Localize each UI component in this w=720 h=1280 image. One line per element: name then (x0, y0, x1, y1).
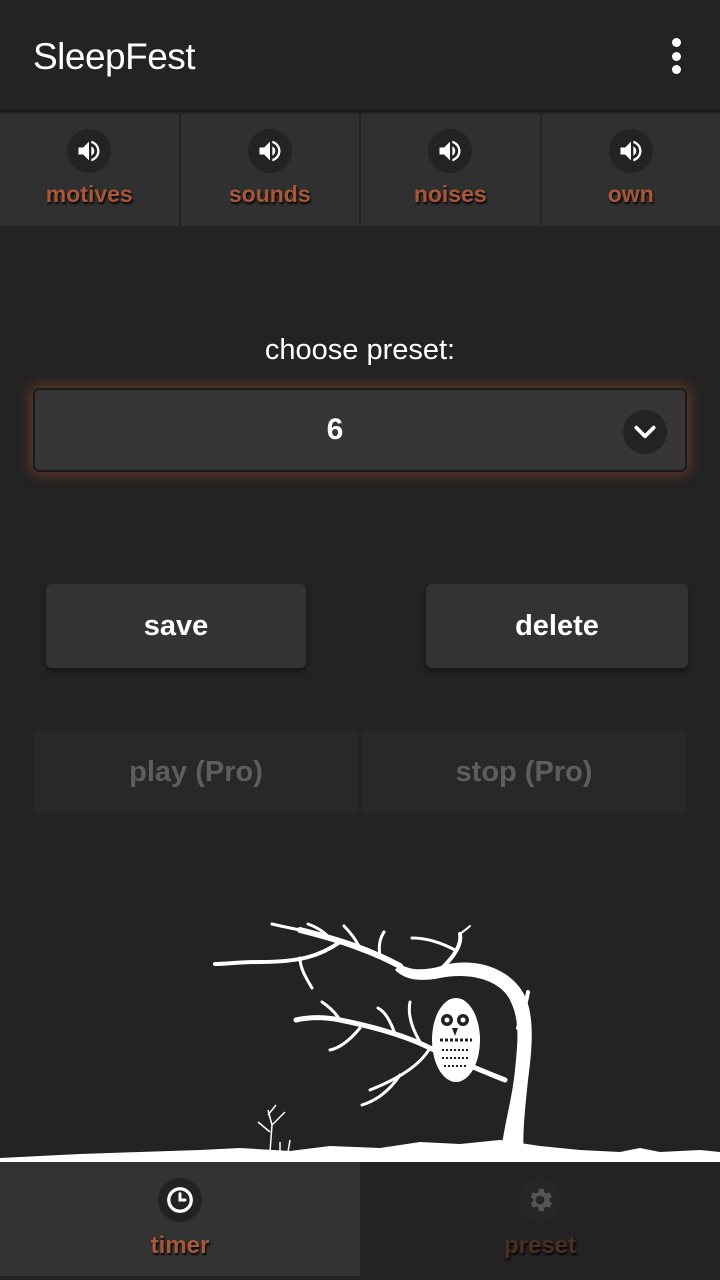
owl (432, 998, 480, 1082)
gear-icon (518, 1178, 562, 1222)
play-button[interactable]: play (Pro) (34, 730, 358, 814)
clock-icon (158, 1178, 202, 1222)
speaker-icon (608, 129, 653, 173)
save-button[interactable]: save (46, 584, 306, 668)
app-bar: SleepFest (0, 0, 720, 112)
speaker-icon (428, 129, 473, 173)
tab-label: motives (45, 181, 133, 207)
chevron-down-icon (623, 410, 667, 454)
tab-label: noises (413, 181, 487, 207)
nav-label: preset (503, 1232, 577, 1259)
more-vert-icon[interactable] (664, 38, 688, 74)
tab-motives[interactable]: motives (0, 114, 181, 226)
nav-preset[interactable]: preset (360, 1162, 720, 1276)
nav-timer[interactable]: timer (0, 1162, 360, 1276)
category-tabs: motives sounds noises own (0, 114, 720, 226)
delete-button[interactable]: delete (426, 584, 688, 668)
tab-label: own (607, 181, 654, 207)
preset-select-value: 6 (326, 413, 344, 446)
bottom-nav: timer preset (0, 1162, 720, 1280)
speaker-icon (247, 129, 292, 173)
stop-button[interactable]: stop (Pro) (362, 730, 686, 814)
tab-noises[interactable]: noises (361, 114, 542, 226)
preset-select[interactable]: 6 (33, 388, 687, 472)
choose-preset-label: choose preset: (264, 334, 456, 366)
owl-tree-illustration (0, 922, 720, 1162)
tab-sounds[interactable]: sounds (180, 114, 361, 226)
nav-label: timer (150, 1232, 210, 1259)
tab-label: sounds (228, 181, 311, 207)
app-title: SleepFest (33, 36, 196, 77)
speaker-icon (67, 129, 112, 173)
tab-own[interactable]: own (541, 114, 720, 226)
